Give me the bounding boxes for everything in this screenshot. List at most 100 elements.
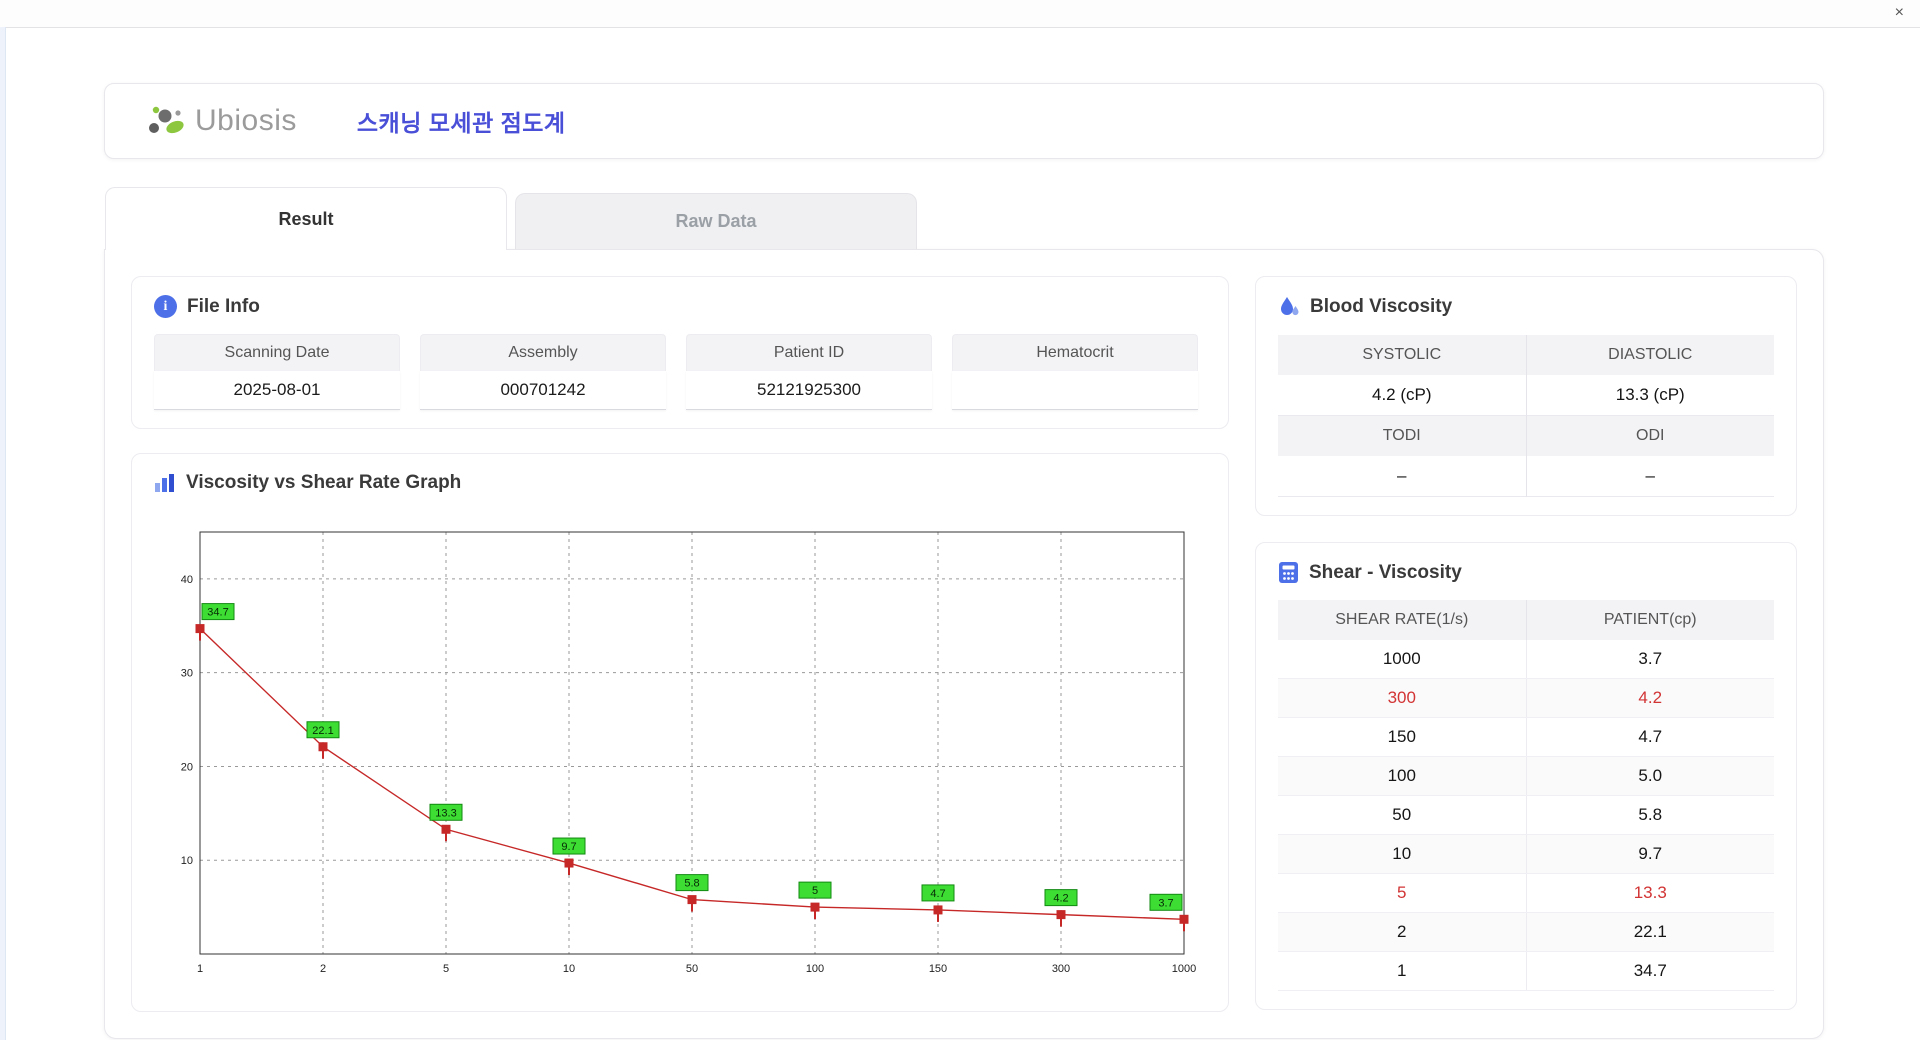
svg-text:3.7: 3.7 bbox=[1158, 897, 1173, 909]
calculator-icon bbox=[1278, 561, 1299, 584]
shear-viscosity-title: Shear - Viscosity bbox=[1309, 561, 1462, 583]
tab-bar: Result Raw Data bbox=[105, 187, 1824, 250]
viscosity-chart: 10 20 30 40 1 2 5 10 50 100 150 300 1000 34.7 22.1 13.3… bbox=[181, 531, 1196, 975]
svg-text:34.7: 34.7 bbox=[207, 607, 228, 619]
shear-patient-cell: 5.0 bbox=[1525, 757, 1775, 795]
page-title: 스캐닝 모세관 점도계 bbox=[356, 110, 566, 136]
droplet-icon bbox=[1278, 295, 1300, 319]
todi-label: TODI bbox=[1278, 416, 1526, 456]
file-info-title: File Info bbox=[187, 295, 260, 317]
shear-rate-cell: 150 bbox=[1387, 727, 1416, 746]
systolic-value: 4.2 (cP) bbox=[1278, 375, 1526, 416]
svg-text:100: 100 bbox=[806, 963, 824, 975]
shear-viscosity-card: Shear - Viscosity SHEAR RATE(1/s) PATIEN… bbox=[1255, 542, 1797, 1010]
app-window: × Ubiosis 스캐닝 모세관 점도계 Result Raw Data i … bbox=[0, 0, 1920, 1040]
tab-raw-data[interactable]: Raw Data bbox=[515, 193, 917, 249]
shear-patient-cell: 4.7 bbox=[1525, 718, 1775, 756]
svg-text:5: 5 bbox=[443, 963, 449, 975]
shear-table-body: 1000 3.7 300 4.2 150 4.7 100 5.0 50 5.8 … bbox=[1278, 640, 1774, 991]
svg-text:4.2: 4.2 bbox=[1053, 893, 1068, 905]
right-column: Blood Viscosity SYSTOLIC DIASTOLIC 4.2 (… bbox=[1255, 276, 1797, 1012]
patient-column-header: PATIENT(cp) bbox=[1525, 600, 1775, 640]
tab-result[interactable]: Result bbox=[105, 187, 507, 250]
shear-rate-cell: 1000 bbox=[1382, 649, 1421, 668]
svg-text:5.8: 5.8 bbox=[684, 878, 699, 890]
field-label: Patient ID bbox=[686, 334, 932, 371]
odi-value: – bbox=[1525, 456, 1774, 497]
field-label: Scanning Date bbox=[154, 334, 400, 371]
shear-row: 10 9.7 bbox=[1278, 835, 1774, 874]
shear-patient-cell: 5.8 bbox=[1525, 796, 1775, 834]
close-icon[interactable]: × bbox=[1895, 3, 1904, 23]
tab-raw-data-label: Raw Data bbox=[675, 211, 757, 231]
shear-rate-cell: 5 bbox=[1397, 883, 1407, 902]
svg-text:300: 300 bbox=[1052, 963, 1070, 975]
field-patient-id: Patient ID 52121925300 bbox=[686, 334, 932, 410]
svg-text:13.3: 13.3 bbox=[435, 807, 456, 819]
shear-rate-cell: 1 bbox=[1397, 961, 1407, 980]
blood-viscosity-title: Blood Viscosity bbox=[1310, 296, 1453, 317]
shear-rate-cell: 10 bbox=[1392, 844, 1412, 863]
field-value: 000701242 bbox=[420, 371, 666, 410]
odi-label: ODI bbox=[1525, 416, 1774, 456]
left-column: i File Info Scanning Date 2025-08-01 Ass… bbox=[131, 276, 1229, 1012]
window-titlebar: × bbox=[0, 0, 1920, 28]
field-label: Assembly bbox=[420, 334, 666, 371]
systolic-label: SYSTOLIC bbox=[1278, 335, 1526, 375]
logo-leaf-icon bbox=[145, 101, 187, 141]
svg-text:1: 1 bbox=[197, 963, 203, 975]
shear-row: 300 4.2 bbox=[1278, 679, 1774, 718]
field-label: Hematocrit bbox=[952, 334, 1198, 371]
shear-rate-cell: 100 bbox=[1387, 766, 1416, 785]
shear-table-header: SHEAR RATE(1/s) PATIENT(cp) bbox=[1278, 600, 1774, 640]
shear-patient-cell: 9.7 bbox=[1525, 835, 1775, 873]
graph-card: Viscosity vs Shear Rate Graph 10 20 30 40 1 2… bbox=[131, 453, 1229, 1012]
shear-patient-cell: 34.7 bbox=[1525, 952, 1775, 990]
svg-text:50: 50 bbox=[686, 963, 698, 975]
svg-text:2: 2 bbox=[320, 963, 326, 975]
svg-text:5: 5 bbox=[812, 885, 818, 897]
blood-viscosity-table: SYSTOLIC DIASTOLIC 4.2 (cP) 13.3 (cP) TO… bbox=[1278, 335, 1774, 497]
todi-value: – bbox=[1278, 456, 1526, 497]
chart-area: 10 20 30 40 1 2 5 10 50 100 150 300 1000 34.7 22.1 13.3… bbox=[154, 510, 1206, 993]
svg-text:30: 30 bbox=[181, 668, 193, 680]
shear-rate-cell: 2 bbox=[1397, 922, 1407, 941]
field-assembly: Assembly 000701242 bbox=[420, 334, 666, 410]
shear-row: 1000 3.7 bbox=[1278, 640, 1774, 679]
file-info-fields: Scanning Date 2025-08-01 Assembly 000701… bbox=[154, 334, 1206, 410]
shear-patient-cell: 4.2 bbox=[1525, 679, 1775, 717]
svg-text:9.7: 9.7 bbox=[561, 841, 576, 853]
shear-rate-cell: 50 bbox=[1392, 805, 1412, 824]
svg-text:10: 10 bbox=[563, 963, 575, 975]
logo-text: Ubiosis bbox=[195, 104, 297, 137]
shear-row: 1 34.7 bbox=[1278, 952, 1774, 991]
result-panel: i File Info Scanning Date 2025-08-01 Ass… bbox=[104, 249, 1824, 1039]
shear-row: 50 5.8 bbox=[1278, 796, 1774, 835]
header-card: Ubiosis 스캐닝 모세관 점도계 bbox=[104, 83, 1824, 159]
field-value: 2025-08-01 bbox=[154, 371, 400, 410]
field-scanning-date: Scanning Date 2025-08-01 bbox=[154, 334, 400, 410]
shear-row: 2 22.1 bbox=[1278, 913, 1774, 952]
blood-viscosity-card: Blood Viscosity SYSTOLIC DIASTOLIC 4.2 (… bbox=[1255, 276, 1797, 516]
svg-text:4.7: 4.7 bbox=[930, 888, 945, 900]
info-icon: i bbox=[154, 295, 177, 318]
shear-rate-cell: 300 bbox=[1387, 688, 1416, 707]
shear-patient-cell: 22.1 bbox=[1525, 913, 1775, 951]
page-content: Ubiosis 스캐닝 모세관 점도계 Result Raw Data i Fi… bbox=[0, 28, 1920, 1039]
tab-result-label: Result bbox=[278, 208, 334, 229]
svg-text:40: 40 bbox=[181, 574, 193, 586]
diastolic-value: 13.3 (cP) bbox=[1525, 375, 1774, 416]
svg-text:22.1: 22.1 bbox=[312, 725, 333, 737]
shear-row: 150 4.7 bbox=[1278, 718, 1774, 757]
shear-row: 100 5.0 bbox=[1278, 757, 1774, 796]
field-value: 52121925300 bbox=[686, 371, 932, 410]
svg-text:150: 150 bbox=[929, 963, 947, 975]
field-value bbox=[952, 371, 1198, 410]
graph-title: Viscosity vs Shear Rate Graph bbox=[186, 472, 462, 493]
field-hematocrit: Hematocrit bbox=[952, 334, 1198, 410]
shear-patient-cell: 13.3 bbox=[1525, 874, 1775, 912]
ubiosis-logo: Ubiosis bbox=[145, 101, 297, 141]
svg-text:20: 20 bbox=[181, 761, 193, 773]
svg-text:1000: 1000 bbox=[1172, 963, 1196, 975]
shear-rate-column-header: SHEAR RATE(1/s) bbox=[1335, 611, 1469, 628]
